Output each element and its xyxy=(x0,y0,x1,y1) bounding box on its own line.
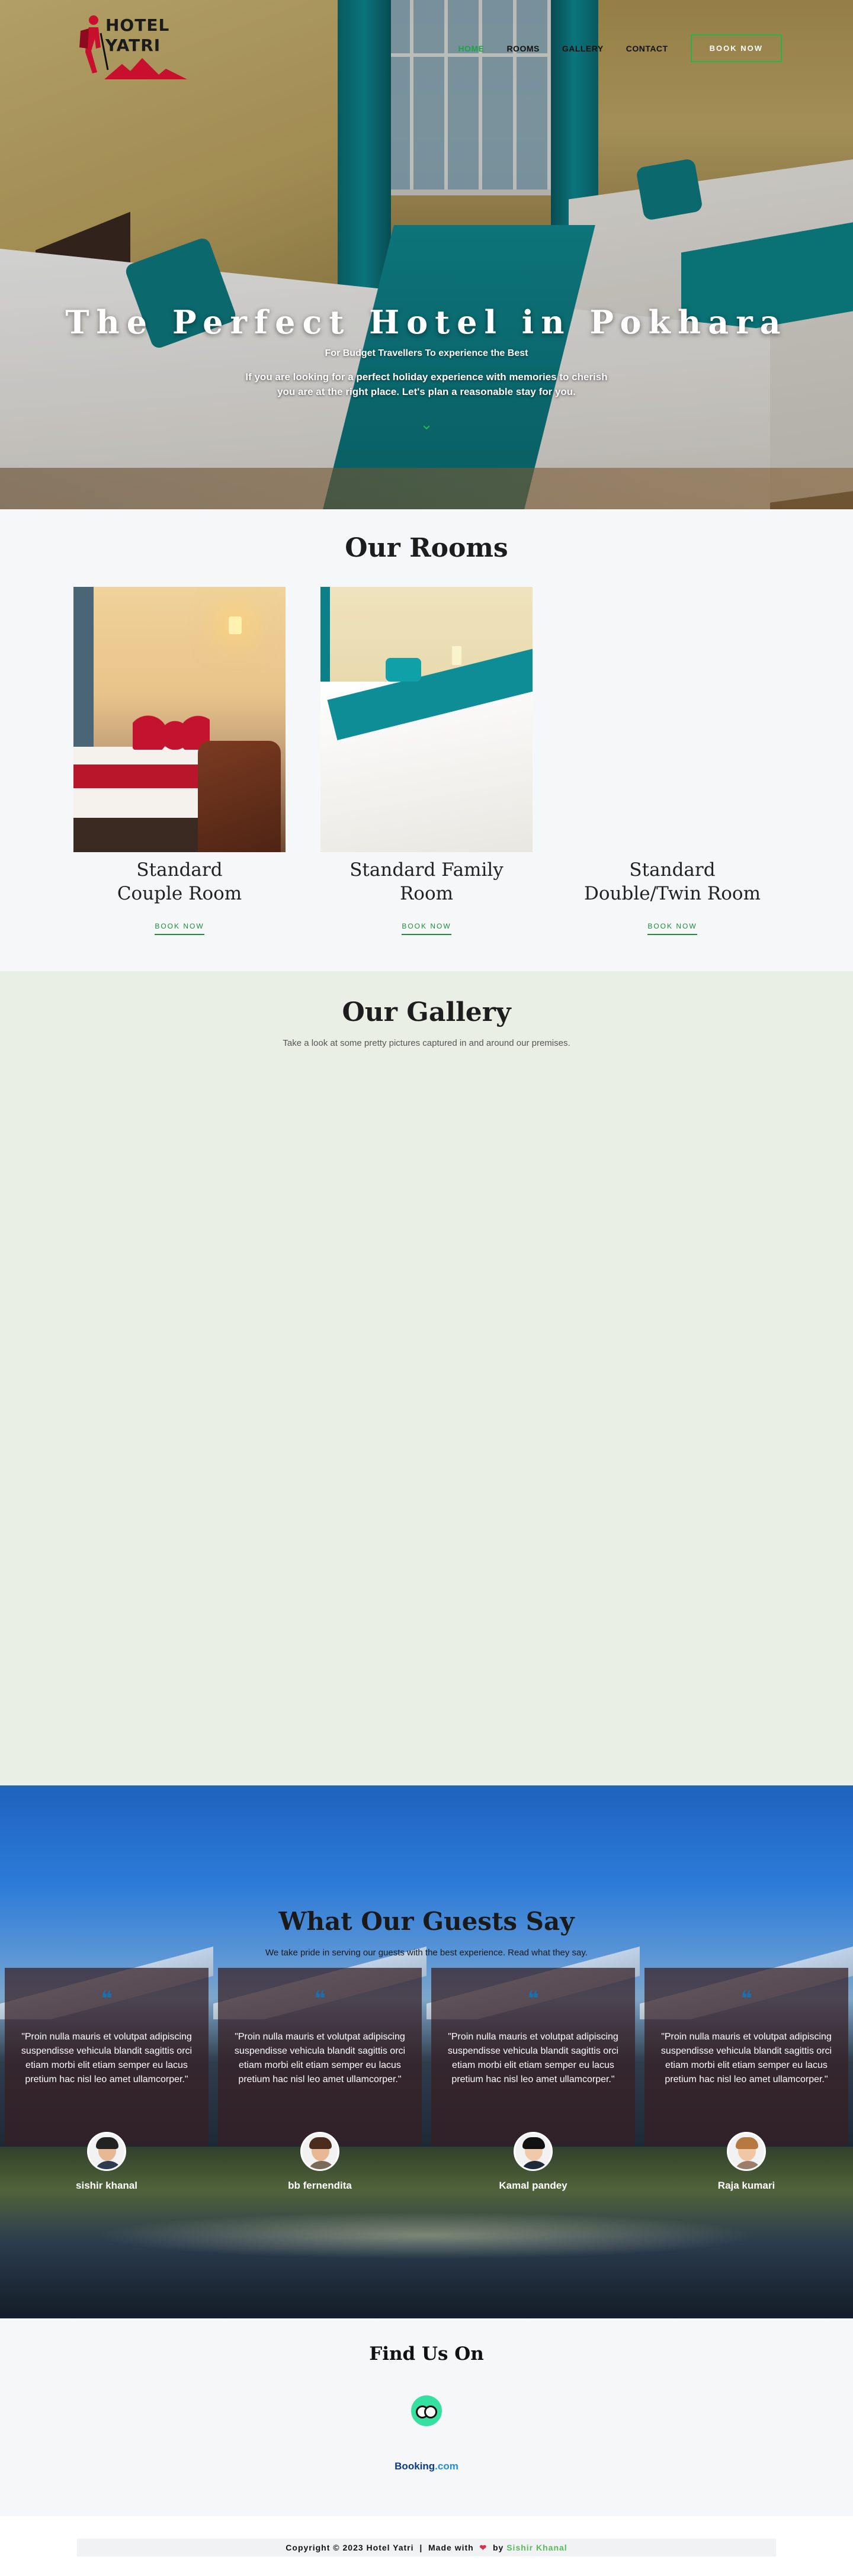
nav-gallery[interactable]: GALLERY xyxy=(562,44,604,53)
quote-icon: ❝ xyxy=(740,1987,752,2011)
find-us-section: Find Us On Booking.com xyxy=(0,2318,853,2516)
room-photo[interactable] xyxy=(73,587,286,852)
room-card: Standard Couple Room BOOK NOW xyxy=(73,587,286,935)
room-photo-bed-base xyxy=(73,818,216,852)
avatar-hair xyxy=(309,2137,332,2149)
room-name-wrap: Standard Double/Twin Room xyxy=(566,858,779,905)
footer-author-link[interactable]: Sishir Khanal xyxy=(506,2543,567,2552)
room-book-now-link[interactable]: BOOK NOW xyxy=(155,922,204,935)
testimonial-quote: "Proin nulla mauris et volutpat adipisci… xyxy=(234,2032,406,2084)
testimonial-quote: "Proin nulla mauris et volutpat adipisci… xyxy=(21,2032,193,2084)
logo-line2: YATRI xyxy=(105,36,161,55)
gallery-lead: Take a look at some pretty pictures capt… xyxy=(283,1038,570,1048)
quote-icon: ❝ xyxy=(101,1987,113,2011)
room-photo-lamp xyxy=(229,616,242,634)
rooms-grid: Standard Couple Room BOOK NOW Standard F… xyxy=(0,587,853,954)
testimonial-quote: "Proin nulla mauris et volutpat adipisci… xyxy=(447,2032,619,2084)
footer-separator: | xyxy=(419,2543,423,2552)
find-us-title: Find Us On xyxy=(369,2343,484,2365)
avatar-shirt xyxy=(307,2161,336,2169)
testimonial-box: ❝ "Proin nulla mauris et volutpat adipis… xyxy=(431,1968,635,2145)
booking-logo-part1: Booking xyxy=(395,2461,435,2472)
avatar-shirt xyxy=(733,2161,763,2169)
nav-book-now-button[interactable]: BOOK NOW xyxy=(690,34,782,62)
booking-logo-part2: .com xyxy=(435,2461,458,2472)
room-card: Standard Family Room BOOK NOW xyxy=(320,587,533,935)
testimonials-background-reflection xyxy=(95,2212,758,2259)
mountain-logo-icon xyxy=(104,58,187,79)
room-book-now-link[interactable]: BOOK NOW xyxy=(402,922,451,935)
testimonial-card: ❝ "Proin nulla mauris et volutpat adipis… xyxy=(213,1968,426,2211)
footer-bar: Copyright © 2023 Hotel Yatri | Made with… xyxy=(77,2539,776,2556)
top-navigation: HOTEL YATRI HOME ROOMS GALLERY CONTACT B… xyxy=(0,0,853,83)
booking-com-logo[interactable]: Booking.com xyxy=(0,2461,853,2472)
heart-icon: ❤ xyxy=(479,2543,488,2552)
testimonial-box: ❝ "Proin nulla mauris et volutpat adipis… xyxy=(644,1968,848,2145)
logo-wordmark: HOTEL YATRI xyxy=(105,15,169,56)
avatar xyxy=(87,2132,126,2171)
footer-made-with: Made with xyxy=(428,2543,474,2552)
nav-contact[interactable]: CONTACT xyxy=(626,44,668,53)
testimonial-card: ❝ "Proin nulla mauris et volutpat adipis… xyxy=(426,1968,640,2211)
room-name: Standard Family Room xyxy=(349,859,504,904)
footer-copyright: Copyright © 2023 Hotel Yatri xyxy=(286,2543,414,2552)
testimonials-heading: What Our Guests Say We take pride in ser… xyxy=(0,1907,853,1958)
hero-title: The Perfect Hotel in Pokhara xyxy=(65,303,788,341)
testimonial-name: Kamal pandey xyxy=(499,2180,567,2191)
testimonials-title: What Our Guests Say xyxy=(278,1907,575,1936)
room-photo-placeholder xyxy=(566,587,778,852)
avatar xyxy=(300,2132,339,2171)
avatar-shirt xyxy=(94,2161,123,2169)
testimonials-section: What Our Guests Say We take pride in ser… xyxy=(0,1785,853,2318)
footer-by: by xyxy=(492,2543,504,2552)
footer: Copyright © 2023 Hotel Yatri | Made with… xyxy=(0,2516,853,2564)
hotel-logo[interactable]: HOTEL YATRI xyxy=(75,11,187,82)
room-book-now-link[interactable]: BOOK NOW xyxy=(647,922,697,935)
room-photo-pillow xyxy=(386,658,421,682)
testimonial-name: sishir khanal xyxy=(76,2180,137,2191)
testimonials-lead: We take pride in serving our guests with… xyxy=(265,1948,588,1958)
testimonial-box: ❝ "Proin nulla mauris et volutpat adipis… xyxy=(218,1968,422,2145)
room-name: Standard Couple Room xyxy=(117,859,242,904)
room-photo-chair xyxy=(198,741,281,852)
room-card: Standard Double/Twin Room BOOK NOW xyxy=(566,587,779,935)
tripadvisor-owl-icon[interactable] xyxy=(411,2395,442,2426)
room-name-wrap: Standard Family Room xyxy=(320,858,533,905)
room-photo-curtain xyxy=(73,587,94,765)
rooms-section: Our Rooms Standard Couple Room BOOK NOW xyxy=(0,509,853,971)
rooms-title: Our Rooms xyxy=(345,533,508,563)
main-menu: HOME ROOMS GALLERY CONTACT BOOK NOW xyxy=(458,34,782,62)
room-photo-pillows xyxy=(133,714,210,750)
room-photo-throw xyxy=(73,765,216,788)
testimonial-name: Raja kumari xyxy=(717,2180,775,2191)
room-photo[interactable] xyxy=(320,587,533,852)
hero-content: The Perfect Hotel in Pokhara For Budget … xyxy=(0,303,853,433)
gallery-section: Our Gallery Take a look at some pretty p… xyxy=(0,971,853,1785)
chevron-down-icon[interactable]: ⌄ xyxy=(0,416,853,433)
avatar-hair xyxy=(522,2137,545,2149)
hero-section: HOTEL YATRI HOME ROOMS GALLERY CONTACT B… xyxy=(0,0,853,509)
hero-subtitle: For Budget Travellers To experience the … xyxy=(325,348,528,358)
quote-icon: ❝ xyxy=(527,1987,539,2011)
logo-line1: HOTEL xyxy=(105,15,170,35)
testimonial-box: ❝ "Proin nulla mauris et volutpat adipis… xyxy=(5,1968,209,2145)
avatar-hair xyxy=(736,2137,758,2149)
nav-rooms[interactable]: ROOMS xyxy=(506,44,539,53)
testimonials-grid: ❝ "Proin nulla mauris et volutpat adipis… xyxy=(0,1968,853,2217)
quote-icon: ❝ xyxy=(314,1987,326,2011)
testimonial-card: ❝ "Proin nulla mauris et volutpat adipis… xyxy=(0,1968,213,2211)
testimonial-name: bb fernendita xyxy=(288,2180,352,2191)
avatar-hair xyxy=(96,2137,118,2149)
nav-home[interactable]: HOME xyxy=(458,44,484,53)
testimonial-quote: "Proin nulla mauris et volutpat adipisci… xyxy=(660,2032,832,2084)
room-name-wrap: Standard Couple Room xyxy=(73,858,286,905)
hero-description: If you are looking for a perfect holiday… xyxy=(245,371,608,397)
avatar xyxy=(727,2132,766,2171)
room-photo-lamp xyxy=(452,646,461,665)
gallery-title: Our Gallery xyxy=(342,997,511,1027)
testimonial-card: ❝ "Proin nulla mauris et volutpat adipis… xyxy=(640,1968,853,2211)
avatar xyxy=(514,2132,553,2171)
avatar-shirt xyxy=(520,2161,550,2169)
room-name: Standard Double/Twin Room xyxy=(584,859,761,904)
